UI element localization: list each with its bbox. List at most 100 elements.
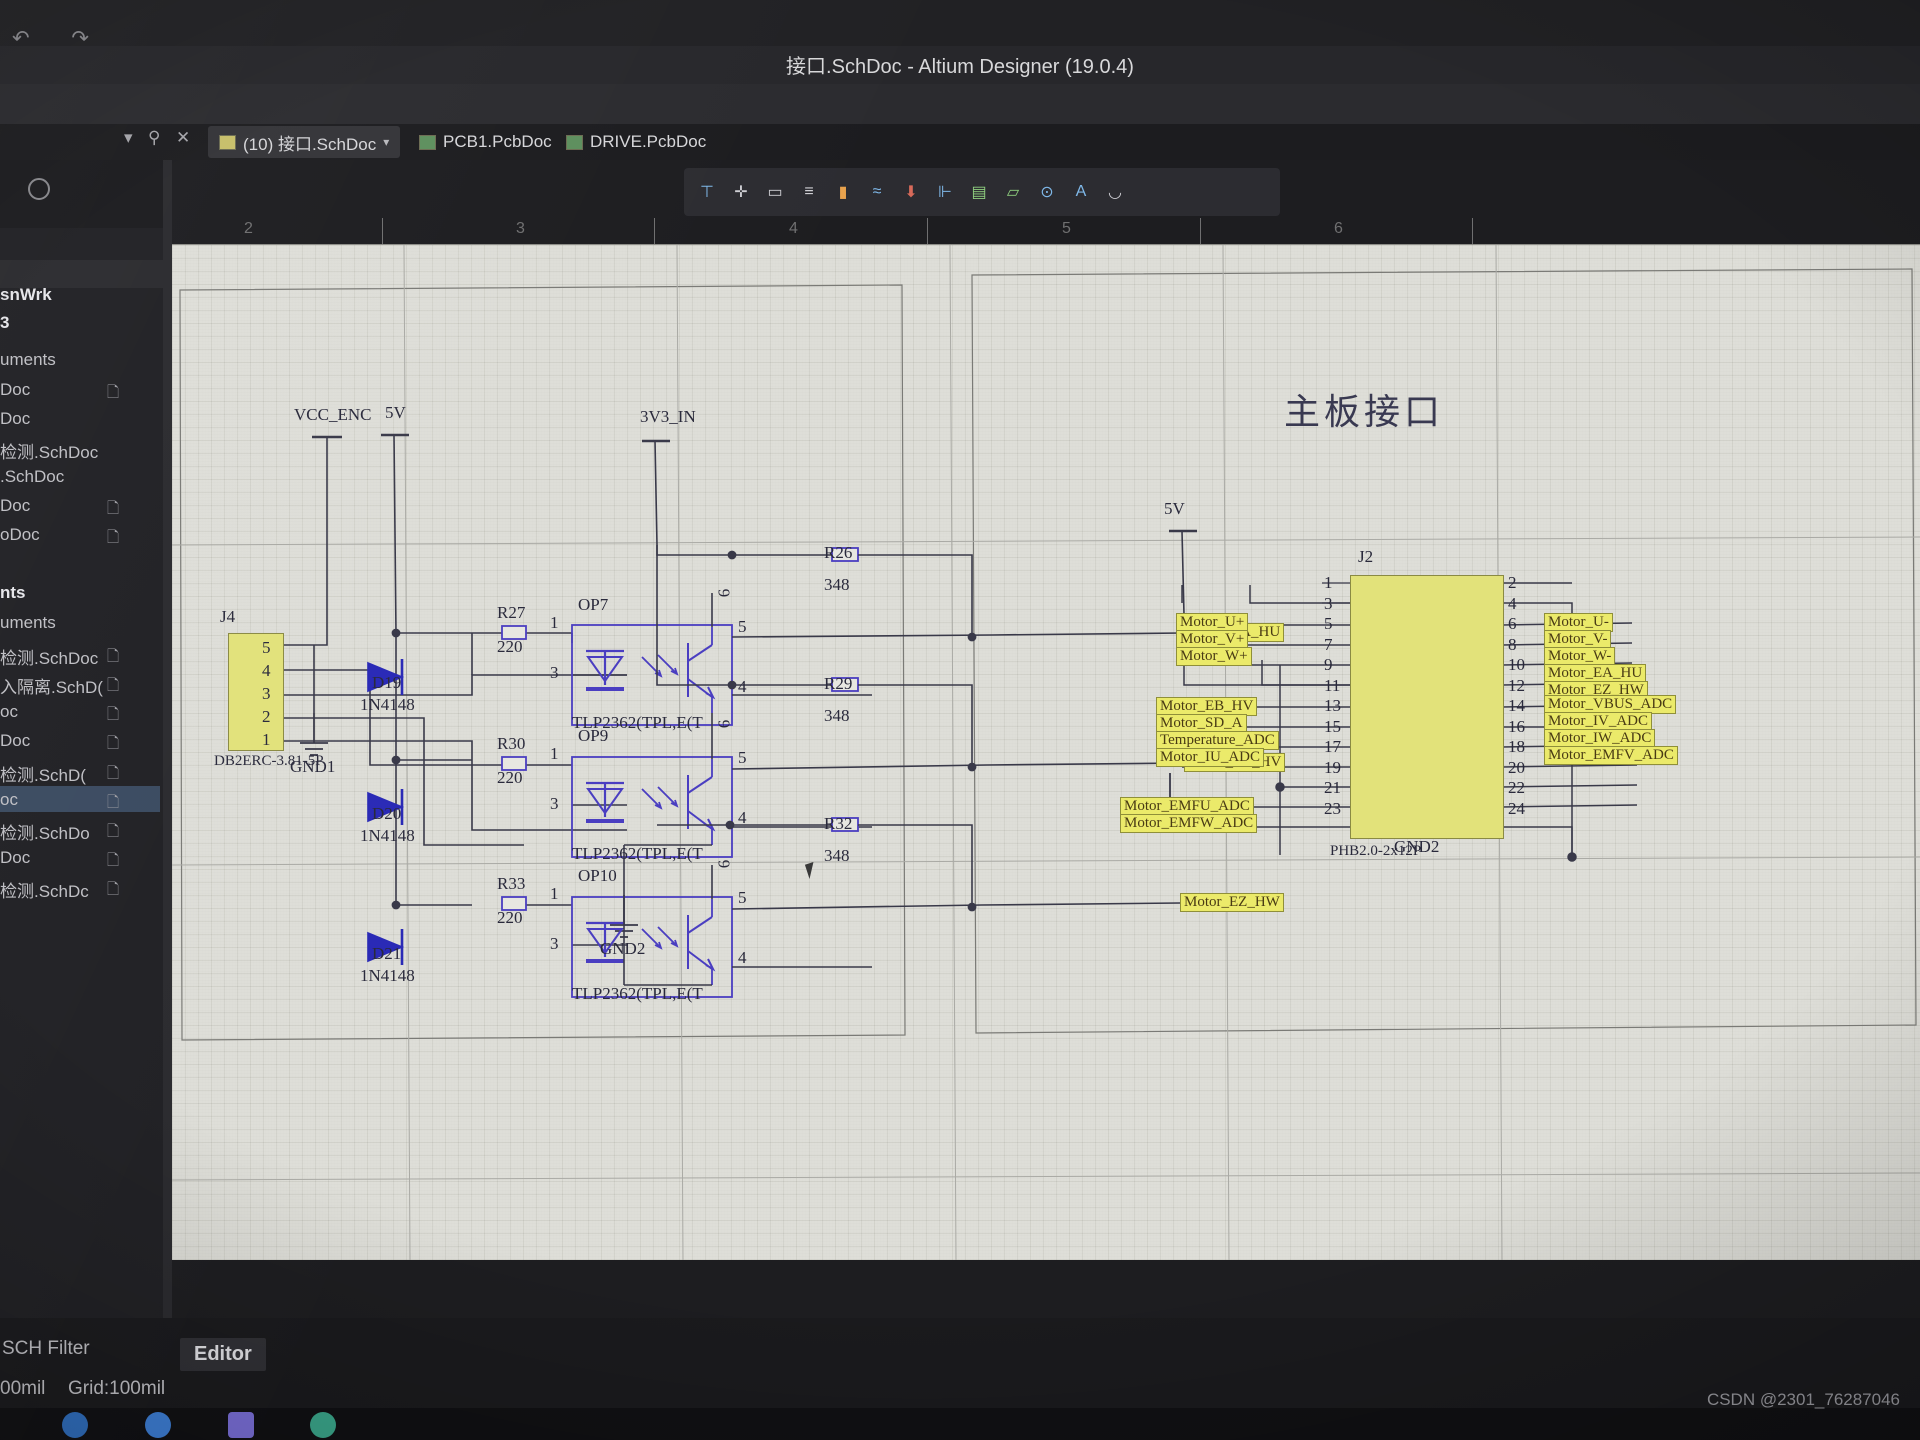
schematic-sheet[interactable]: VCC_ENC5V3V3_IN5VGND1GND2GND2GND2J4DB2ER…	[172, 245, 1920, 1260]
tab-label: PCB1.PcbDoc	[443, 132, 552, 152]
project-tree-item[interactable]: Doc	[0, 496, 30, 516]
opto-pin-4: 4	[738, 808, 747, 828]
align-icon[interactable]: ≡	[794, 177, 824, 207]
panel-dropdown-icon[interactable]: ▾	[124, 128, 133, 148]
wire-icon[interactable]: ≈	[862, 177, 892, 207]
filter-icon[interactable]: ⊤	[692, 177, 722, 207]
no-erc-icon[interactable]: ⊙	[1032, 177, 1062, 207]
bus-icon[interactable]: ⊩	[930, 177, 960, 207]
net-label-j2-left[interactable]: Motor_IU_ADC	[1156, 748, 1264, 767]
diode-designator: D21	[372, 944, 401, 964]
net-label-j2-right[interactable]: Motor_EMFV_ADC	[1544, 746, 1678, 765]
project-tree-item[interactable]: 3	[0, 313, 9, 333]
j2-left-pin-number: 9	[1324, 655, 1333, 675]
power-port-label: 5V	[385, 403, 406, 423]
text-icon[interactable]: A	[1066, 177, 1096, 207]
select-area-icon[interactable]: ▭	[760, 177, 790, 207]
tab-jiekou-schdoc[interactable]: (10) 接口.SchDoc ▾	[208, 126, 400, 158]
power-port-icon[interactable]: ⬇	[896, 177, 926, 207]
connector-j4-body[interactable]	[228, 633, 284, 751]
opto-pin-3: 3	[550, 663, 559, 683]
net-label-j2-left[interactable]: Motor_W+	[1176, 647, 1252, 666]
diode-designator: D20	[372, 804, 401, 824]
taskbar-icon-chat[interactable]	[310, 1412, 336, 1438]
port-icon[interactable]: ▱	[998, 177, 1028, 207]
project-tree-item[interactable]: Doc	[0, 731, 30, 751]
sheet-symbol-icon[interactable]: ▤	[964, 177, 994, 207]
j2-right-pin-number: 2	[1508, 573, 1517, 593]
j4-pin-number: 3	[262, 684, 271, 704]
j2-right-pin-number: 18	[1508, 737, 1525, 757]
pin-icon[interactable]: ⚲	[148, 128, 160, 148]
project-tree-item[interactable]: 检测.SchDc	[0, 877, 89, 902]
project-tree-item[interactable]: uments	[0, 613, 56, 633]
taskbar-icon-mail[interactable]	[145, 1412, 171, 1438]
selected-project-row[interactable]	[0, 786, 160, 812]
optocoupler-designator: OP10	[578, 866, 617, 886]
taskbar-icon-browser[interactable]	[62, 1412, 88, 1438]
project-tree-item[interactable]: oDoc	[0, 525, 40, 545]
project-tree-item[interactable]: Doc	[0, 380, 30, 400]
editor-button[interactable]: Editor	[180, 1338, 266, 1371]
document-icon: 🗋	[107, 763, 119, 788]
ruler-divider	[654, 218, 655, 244]
arc-icon[interactable]: ◡	[1100, 177, 1130, 207]
power-port-label: VCC_ENC	[294, 405, 371, 425]
tab-pcb1-pcbdoc[interactable]: PCB1.PcbDoc	[408, 126, 563, 158]
connector-j2-body[interactable]	[1350, 575, 1504, 839]
project-tree-item[interactable]: uments	[0, 350, 56, 370]
resistor-value: 220	[497, 768, 523, 788]
j2-left-pin-number: 1	[1324, 573, 1333, 593]
project-tree-item[interactable]: oc	[0, 702, 18, 722]
panel-search-row[interactable]	[0, 260, 170, 288]
optocoupler-part-number: TLP2362(TPL,E(T	[572, 844, 703, 864]
j2-right-pin-number: 6	[1508, 614, 1517, 634]
pullup-designator: R26	[824, 543, 852, 563]
project-tree-item[interactable]: 检测.SchDo	[0, 819, 90, 844]
pullup-designator: R29	[824, 674, 852, 694]
j2-right-pin-number: 22	[1508, 778, 1525, 798]
project-tree-item[interactable]: 入隔离.SchD(	[0, 673, 103, 698]
opto-pin-3: 3	[550, 934, 559, 954]
gear-icon[interactable]	[28, 178, 50, 200]
opto-pin-4: 4	[738, 677, 747, 697]
ruler-tick-label: 5	[1062, 220, 1071, 238]
connector-j2-footprint: PHB2.0-2x12P	[1330, 843, 1421, 860]
opto-pin-1: 1	[550, 744, 559, 764]
project-tree-item[interactable]: snWrk	[0, 285, 52, 305]
ruler-tick-label: 2	[244, 220, 253, 238]
document-icon: 🗋	[107, 675, 119, 700]
crosshair-icon[interactable]: ✛	[726, 177, 756, 207]
optocoupler-designator: OP7	[578, 595, 608, 615]
diode-value: 1N4148	[360, 826, 415, 846]
project-tree-item[interactable]: oc	[0, 790, 18, 810]
project-tree-item[interactable]: Doc	[0, 409, 30, 429]
project-tree-item[interactable]: Doc	[0, 848, 30, 868]
sch-filter-label[interactable]: SCH Filter	[2, 1338, 90, 1360]
close-icon[interactable]: ✕	[176, 128, 190, 148]
project-tree-item[interactable]: nts	[0, 583, 26, 603]
project-tree-item[interactable]: 检测.SchDoc	[0, 644, 98, 669]
j4-pin-number: 1	[262, 730, 271, 750]
opto-pin-6: 6	[714, 589, 734, 598]
j2-left-pin-number: 17	[1324, 737, 1341, 757]
project-tree-item[interactable]: 检测.SchDoc	[0, 438, 98, 463]
tab-drive-pcbdoc[interactable]: DRIVE.PcbDoc	[555, 126, 717, 158]
j2-left-pin-number: 23	[1324, 799, 1341, 819]
net-label-j2-left[interactable]: Motor_EMFW_ADC	[1120, 814, 1257, 833]
chevron-down-icon[interactable]: ▾	[383, 135, 389, 149]
component-icon[interactable]: ▮	[828, 177, 858, 207]
diode-value: 1N4148	[360, 966, 415, 986]
taskbar-icon-player[interactable]	[228, 1412, 254, 1438]
editor-left-gutter	[163, 160, 172, 1318]
project-tree-item[interactable]: 检测.SchD(	[0, 761, 86, 786]
document-icon: 🗋	[107, 792, 119, 817]
optocoupler-part-number: TLP2362(TPL,E(T	[572, 984, 703, 1004]
j2-right-pin-number: 14	[1508, 696, 1525, 716]
net-label[interactable]: Motor_EZ_HW	[1180, 893, 1284, 912]
project-tree-item[interactable]: .SchDoc	[0, 467, 64, 487]
document-icon: 🗋	[107, 646, 119, 671]
opto-pin-4: 4	[738, 948, 747, 968]
resistor-value: 220	[497, 908, 523, 928]
j2-right-pin-number: 24	[1508, 799, 1525, 819]
